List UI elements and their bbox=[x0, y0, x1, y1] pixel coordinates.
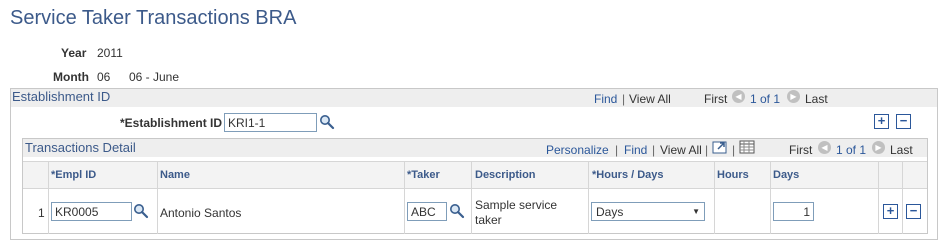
column-divider bbox=[157, 161, 158, 234]
add-establishment-button[interactable]: + bbox=[874, 114, 889, 129]
column-header-hours[interactable]: Hours bbox=[717, 169, 749, 181]
column-divider bbox=[588, 161, 589, 234]
zoom-icon[interactable] bbox=[712, 140, 728, 154]
year-value: 2011 bbox=[97, 46, 123, 60]
nav-separator: | bbox=[615, 143, 619, 157]
establishment-section-title: Establishment ID bbox=[12, 89, 111, 104]
nav-separator: | bbox=[732, 143, 736, 157]
column-divider bbox=[878, 161, 879, 234]
column-divider bbox=[714, 161, 715, 234]
row-number: 1 bbox=[38, 206, 45, 220]
description-line-1: Sample service bbox=[475, 198, 558, 212]
taker-input[interactable] bbox=[407, 202, 447, 221]
transactions-range: 1 of 1 bbox=[836, 143, 867, 157]
column-header-taker[interactable]: *Taker bbox=[407, 169, 440, 181]
transactions-last-label[interactable]: Last bbox=[890, 143, 913, 157]
transactions-first-label[interactable]: First bbox=[789, 143, 812, 157]
empl-id-input[interactable] bbox=[51, 202, 132, 221]
page-title: Service Taker Transactions BRA bbox=[10, 7, 297, 29]
transactions-find-link[interactable]: Find bbox=[624, 143, 647, 157]
employee-name: Antonio Santos bbox=[160, 206, 242, 220]
establishment-range: 1 of 1 bbox=[750, 92, 781, 106]
establishment-first-label[interactable]: First bbox=[704, 92, 727, 106]
arrow-left-icon[interactable]: ◀ bbox=[732, 90, 745, 103]
nav-separator: | bbox=[652, 143, 656, 157]
personalize-link[interactable]: Personalize bbox=[546, 143, 609, 157]
magnifier-icon[interactable] bbox=[133, 203, 149, 219]
transactions-section-title: Transactions Detail bbox=[25, 140, 136, 155]
establishment-last-label[interactable]: Last bbox=[805, 92, 828, 106]
establishment-id-input[interactable] bbox=[224, 113, 317, 132]
column-header-empl-id[interactable]: *Empl ID bbox=[51, 169, 96, 181]
grid-download-icon[interactable] bbox=[739, 140, 755, 154]
month-value: 06 bbox=[97, 70, 111, 84]
chevron-down-icon: ▼ bbox=[692, 207, 700, 216]
column-divider bbox=[770, 161, 771, 234]
arrow-right-icon[interactable]: ▶ bbox=[872, 141, 885, 154]
column-header-days[interactable]: Days bbox=[773, 169, 799, 181]
establishment-view-all-link[interactable]: View All bbox=[629, 92, 671, 106]
remove-establishment-button[interactable]: − bbox=[896, 114, 911, 129]
column-header-description[interactable]: Description bbox=[475, 169, 536, 181]
column-divider bbox=[48, 161, 49, 234]
month-label: Month bbox=[53, 70, 89, 84]
remove-row-button[interactable]: − bbox=[906, 204, 921, 219]
column-header-name[interactable]: Name bbox=[160, 169, 190, 181]
nav-separator: | bbox=[622, 92, 626, 106]
transactions-view-all-link[interactable]: View All bbox=[660, 143, 702, 157]
magnifier-icon[interactable] bbox=[449, 203, 465, 219]
nav-separator: | bbox=[705, 143, 709, 157]
magnifier-icon[interactable] bbox=[319, 114, 335, 130]
hours-days-select[interactable]: Days ▼ bbox=[591, 202, 705, 221]
establishment-id-label: *Establishment ID bbox=[120, 116, 223, 130]
arrow-left-icon[interactable]: ◀ bbox=[818, 141, 831, 154]
month-description: 06 - June bbox=[129, 70, 180, 84]
column-divider bbox=[404, 161, 405, 234]
days-input[interactable] bbox=[773, 202, 814, 221]
arrow-right-icon[interactable]: ▶ bbox=[787, 90, 800, 103]
add-row-button[interactable]: + bbox=[883, 204, 898, 219]
description-line-2: taker bbox=[475, 213, 502, 227]
column-divider bbox=[902, 161, 903, 234]
establishment-find-link[interactable]: Find bbox=[594, 92, 617, 106]
year-label: Year bbox=[61, 46, 87, 60]
hours-days-selected-value: Days bbox=[596, 204, 624, 219]
column-header-hours-days[interactable]: *Hours / Days bbox=[592, 169, 664, 181]
column-divider bbox=[471, 161, 472, 234]
